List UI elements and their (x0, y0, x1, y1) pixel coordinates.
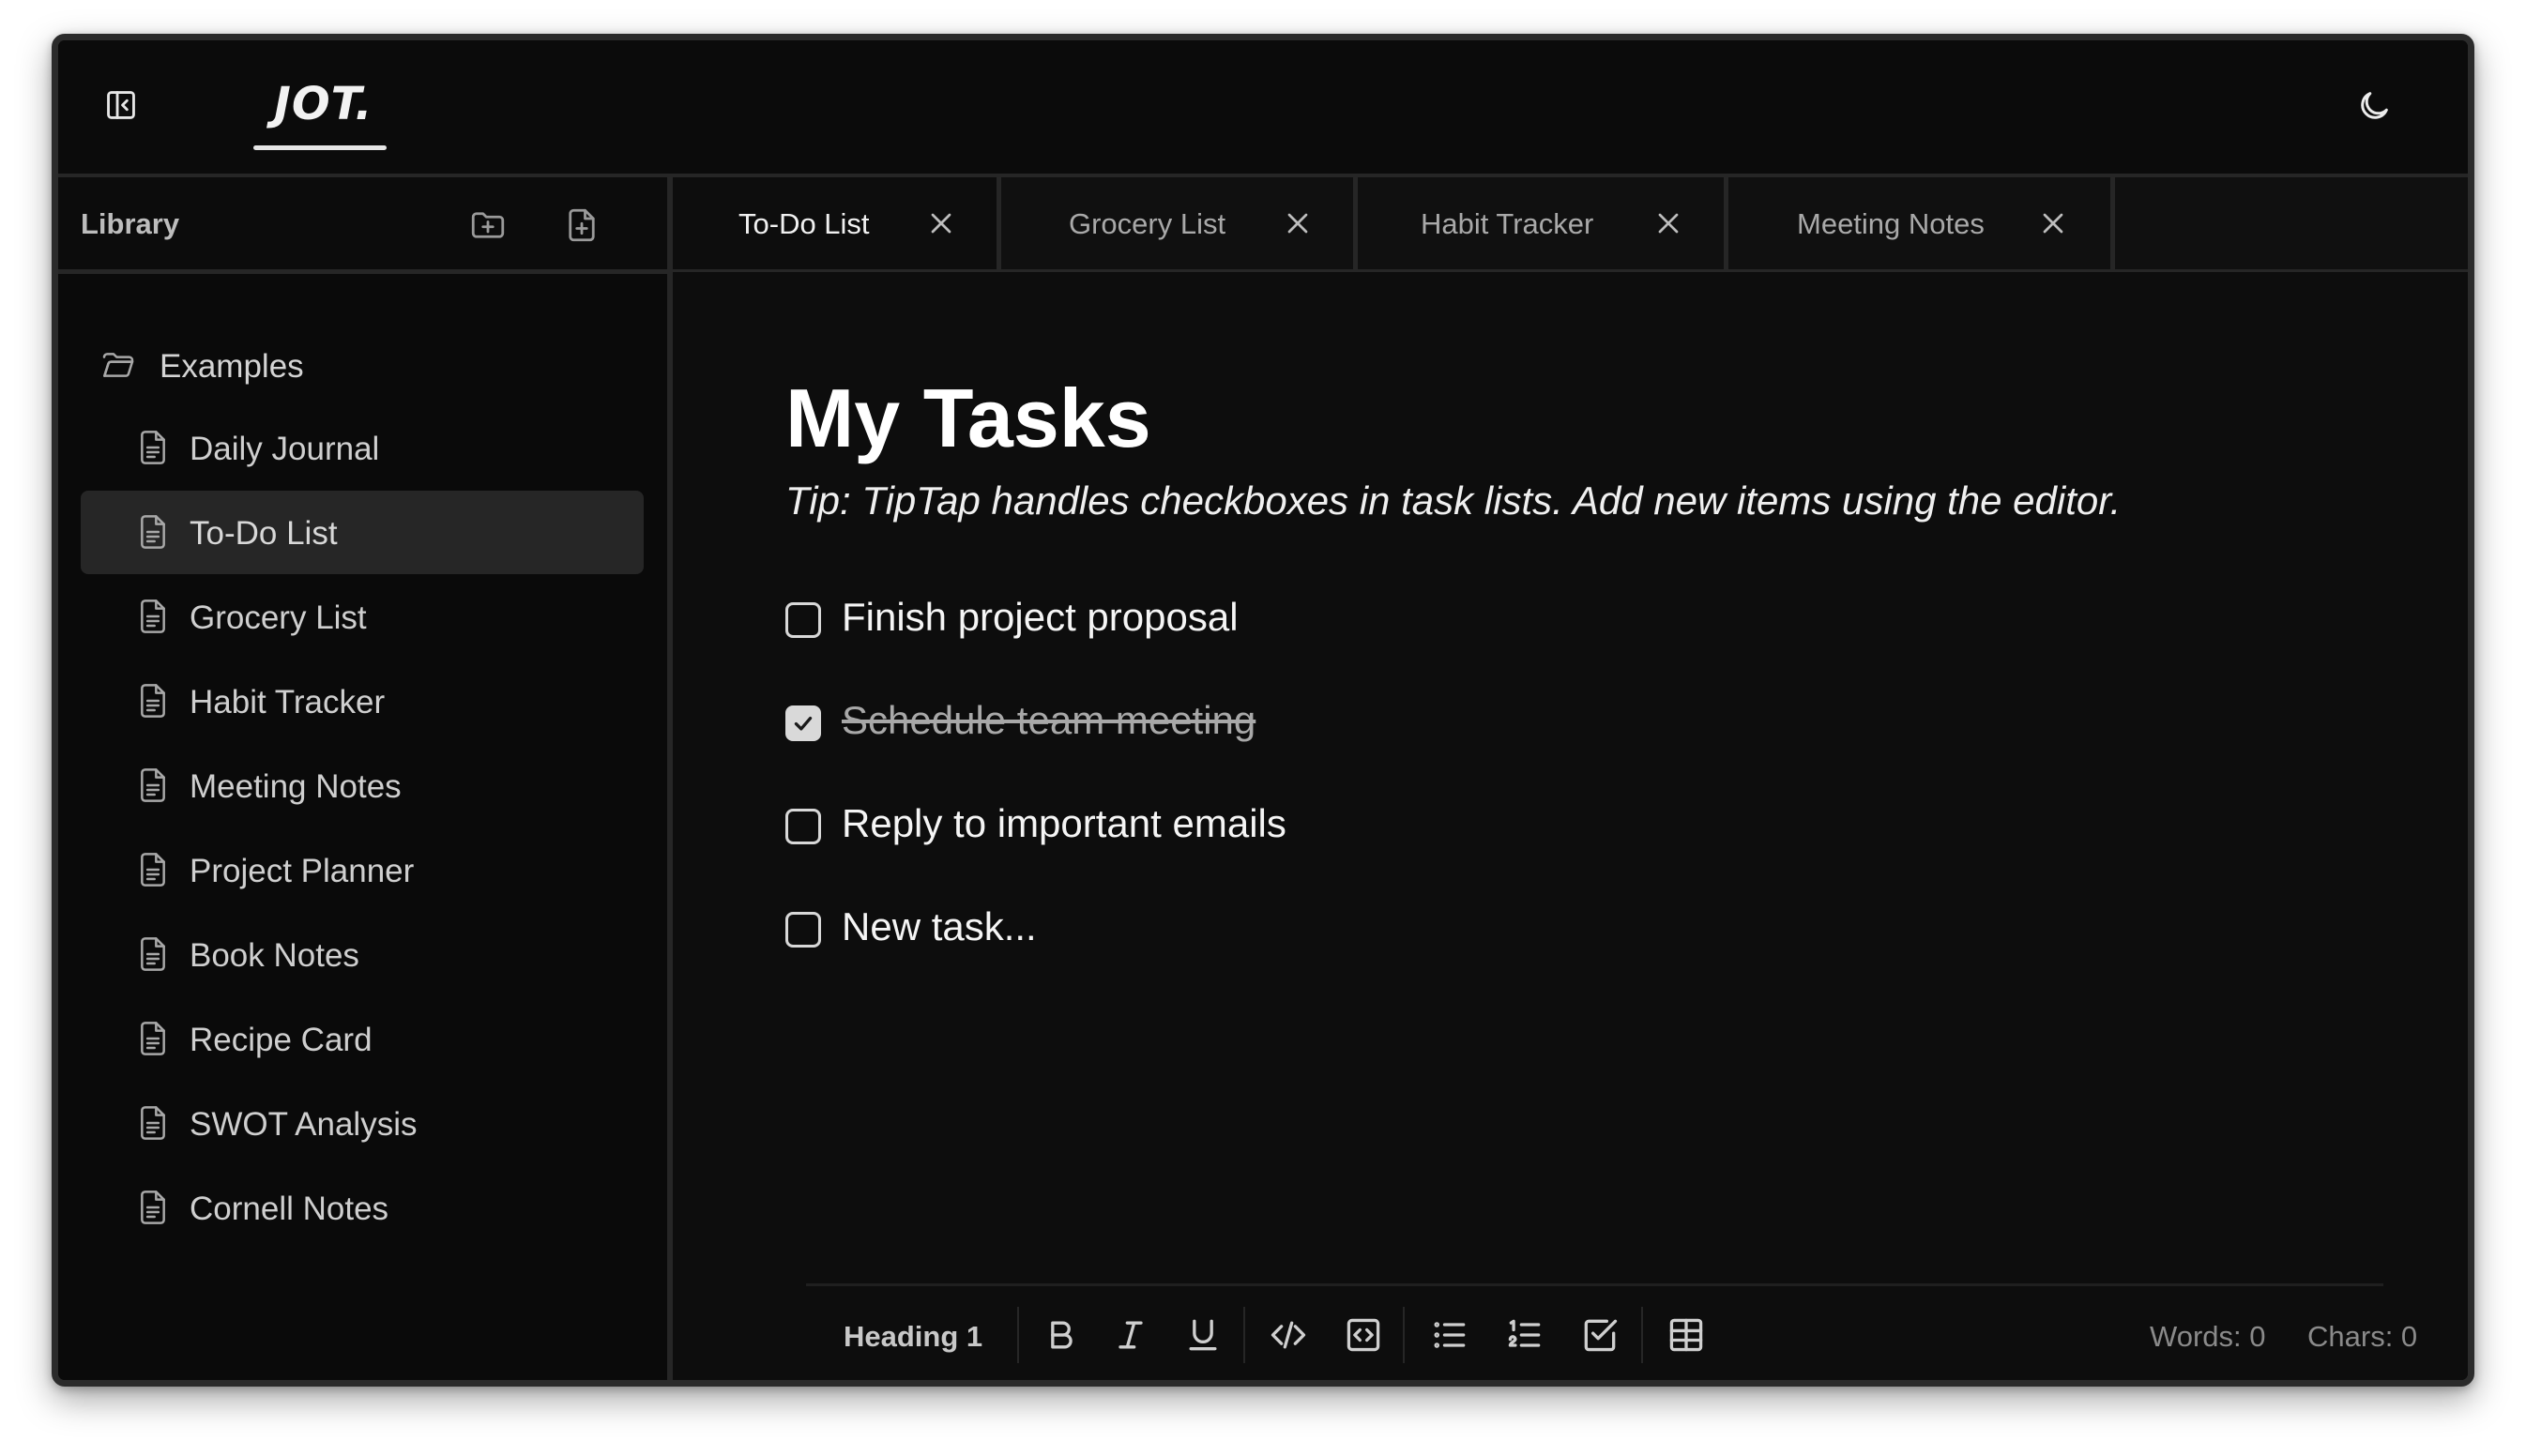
task-text[interactable]: New task... (842, 904, 1037, 949)
close-icon[interactable] (924, 206, 958, 240)
sidebar-title: Library (81, 207, 180, 240)
sidebar-item-label: Habit Tracker (190, 684, 386, 720)
task-checkbox[interactable] (785, 705, 821, 741)
task-checkbox[interactable] (785, 809, 821, 844)
bullet-list-icon[interactable] (1429, 1314, 1470, 1356)
sidebar-item-label: Project Planner (190, 853, 415, 889)
tab-meeting-notes[interactable]: Meeting Notes (1728, 177, 2115, 269)
sidebar-item-label: To-Do List (190, 515, 338, 552)
tab-to-do-list[interactable]: To-Do List (673, 177, 1001, 269)
file-icon (137, 935, 169, 973)
document-tip[interactable]: Tip: TipTap handles checkboxes in task l… (785, 478, 2121, 523)
tab-grocery-list[interactable]: Grocery List (1001, 177, 1358, 269)
file-icon (137, 851, 169, 888)
italic-icon[interactable] (1110, 1314, 1151, 1356)
table-icon[interactable] (1666, 1314, 1707, 1356)
heading-select[interactable]: Heading 1 (844, 1320, 982, 1354)
sidebar-item-grocery-list[interactable]: Grocery List (81, 575, 644, 659)
underline-icon[interactable] (1182, 1314, 1224, 1356)
toolbar-divider (1403, 1307, 1405, 1363)
sidebar-item-label: Daily Journal (190, 431, 380, 467)
sidebar-item-label: Meeting Notes (190, 768, 402, 805)
task-checkbox[interactable] (785, 912, 821, 948)
file-icon (137, 682, 169, 720)
top-bar: JOT. (58, 40, 2468, 177)
close-icon[interactable] (1281, 206, 1315, 240)
sidebar-item-label: Grocery List (190, 599, 367, 636)
editor[interactable]: My Tasks Tip: TipTap handles checkboxes … (673, 272, 2468, 1380)
task-list-icon[interactable] (1579, 1314, 1621, 1356)
check-icon (794, 716, 813, 731)
toolbar-divider (1017, 1307, 1019, 1363)
tab-label: Meeting Notes (1797, 207, 1985, 240)
close-icon[interactable] (1651, 206, 1685, 240)
sidebar-item-swot-analysis[interactable]: SWOT Analysis (81, 1082, 644, 1165)
folder-label: Examples (160, 348, 304, 385)
sidebar-item-label: Cornell Notes (190, 1191, 389, 1227)
char-count: Chars: 0 (2307, 1320, 2418, 1353)
new-file-icon[interactable] (562, 205, 601, 245)
code-icon[interactable] (1268, 1314, 1309, 1356)
task-text[interactable]: Finish project proposal (842, 595, 1239, 640)
file-icon (137, 429, 169, 466)
app-window: JOT. Library Examples Daily Journal To-D… (52, 34, 2474, 1387)
sidebar-collapse-icon[interactable] (103, 87, 139, 123)
task-text[interactable]: Schedule team meeting (842, 698, 1255, 743)
file-icon (137, 598, 169, 635)
folder-examples[interactable]: Examples (58, 337, 659, 393)
file-icon (137, 1104, 169, 1142)
new-folder-icon[interactable] (468, 205, 508, 245)
sidebar-item-daily-journal[interactable]: Daily Journal (81, 406, 644, 490)
sidebar: Library Examples Daily Journal To-Do Lis… (58, 177, 673, 1380)
file-icon (137, 1189, 169, 1226)
sidebar-item-label: Book Notes (190, 937, 359, 974)
sidebar-item-recipe-card[interactable]: Recipe Card (81, 997, 644, 1081)
task-checkbox[interactable] (785, 602, 821, 638)
tab-bar: To-Do List Grocery List Habit Tracker Me… (673, 177, 2468, 274)
sidebar-item-cornell-notes[interactable]: Cornell Notes (81, 1166, 644, 1250)
file-icon (137, 513, 169, 551)
sidebar-header: Library (58, 177, 667, 274)
sidebar-item-label: SWOT Analysis (190, 1106, 418, 1143)
tab-label: Habit Tracker (1421, 207, 1594, 240)
sidebar-item-meeting-notes[interactable]: Meeting Notes (81, 744, 644, 827)
code-block-icon[interactable] (1343, 1314, 1384, 1356)
app-logo[interactable]: JOT. (274, 82, 373, 127)
toolbar-divider (1243, 1307, 1245, 1363)
toolbar-divider (1641, 1307, 1643, 1363)
moon-icon[interactable] (2355, 87, 2393, 125)
logo-underline (253, 145, 387, 150)
tab-habit-tracker[interactable]: Habit Tracker (1358, 177, 1728, 269)
file-icon (137, 1020, 169, 1057)
tab-label: To-Do List (738, 207, 870, 240)
sidebar-item-label: Recipe Card (190, 1022, 373, 1058)
close-icon[interactable] (2036, 206, 2070, 240)
task-text[interactable]: Reply to important emails (842, 801, 1286, 846)
bold-icon[interactable] (1041, 1314, 1082, 1356)
sidebar-item-book-notes[interactable]: Book Notes (81, 913, 644, 996)
file-list: Daily Journal To-Do List Grocery List Ha… (81, 406, 644, 1251)
sidebar-item-project-planner[interactable]: Project Planner (81, 828, 644, 912)
sidebar-item-habit-tracker[interactable]: Habit Tracker (81, 660, 644, 743)
folder-icon (99, 346, 137, 384)
tab-label: Grocery List (1069, 207, 1226, 240)
ordered-list-icon[interactable] (1504, 1314, 1545, 1356)
file-icon (137, 766, 169, 804)
word-count: Words: 0 (2150, 1320, 2266, 1353)
formatting-toolbar: Heading 1 Words: 0 Chars: 0 (806, 1283, 2417, 1380)
document-title[interactable]: My Tasks (785, 373, 1151, 463)
sidebar-item-to-do-list[interactable]: To-Do List (81, 491, 644, 574)
